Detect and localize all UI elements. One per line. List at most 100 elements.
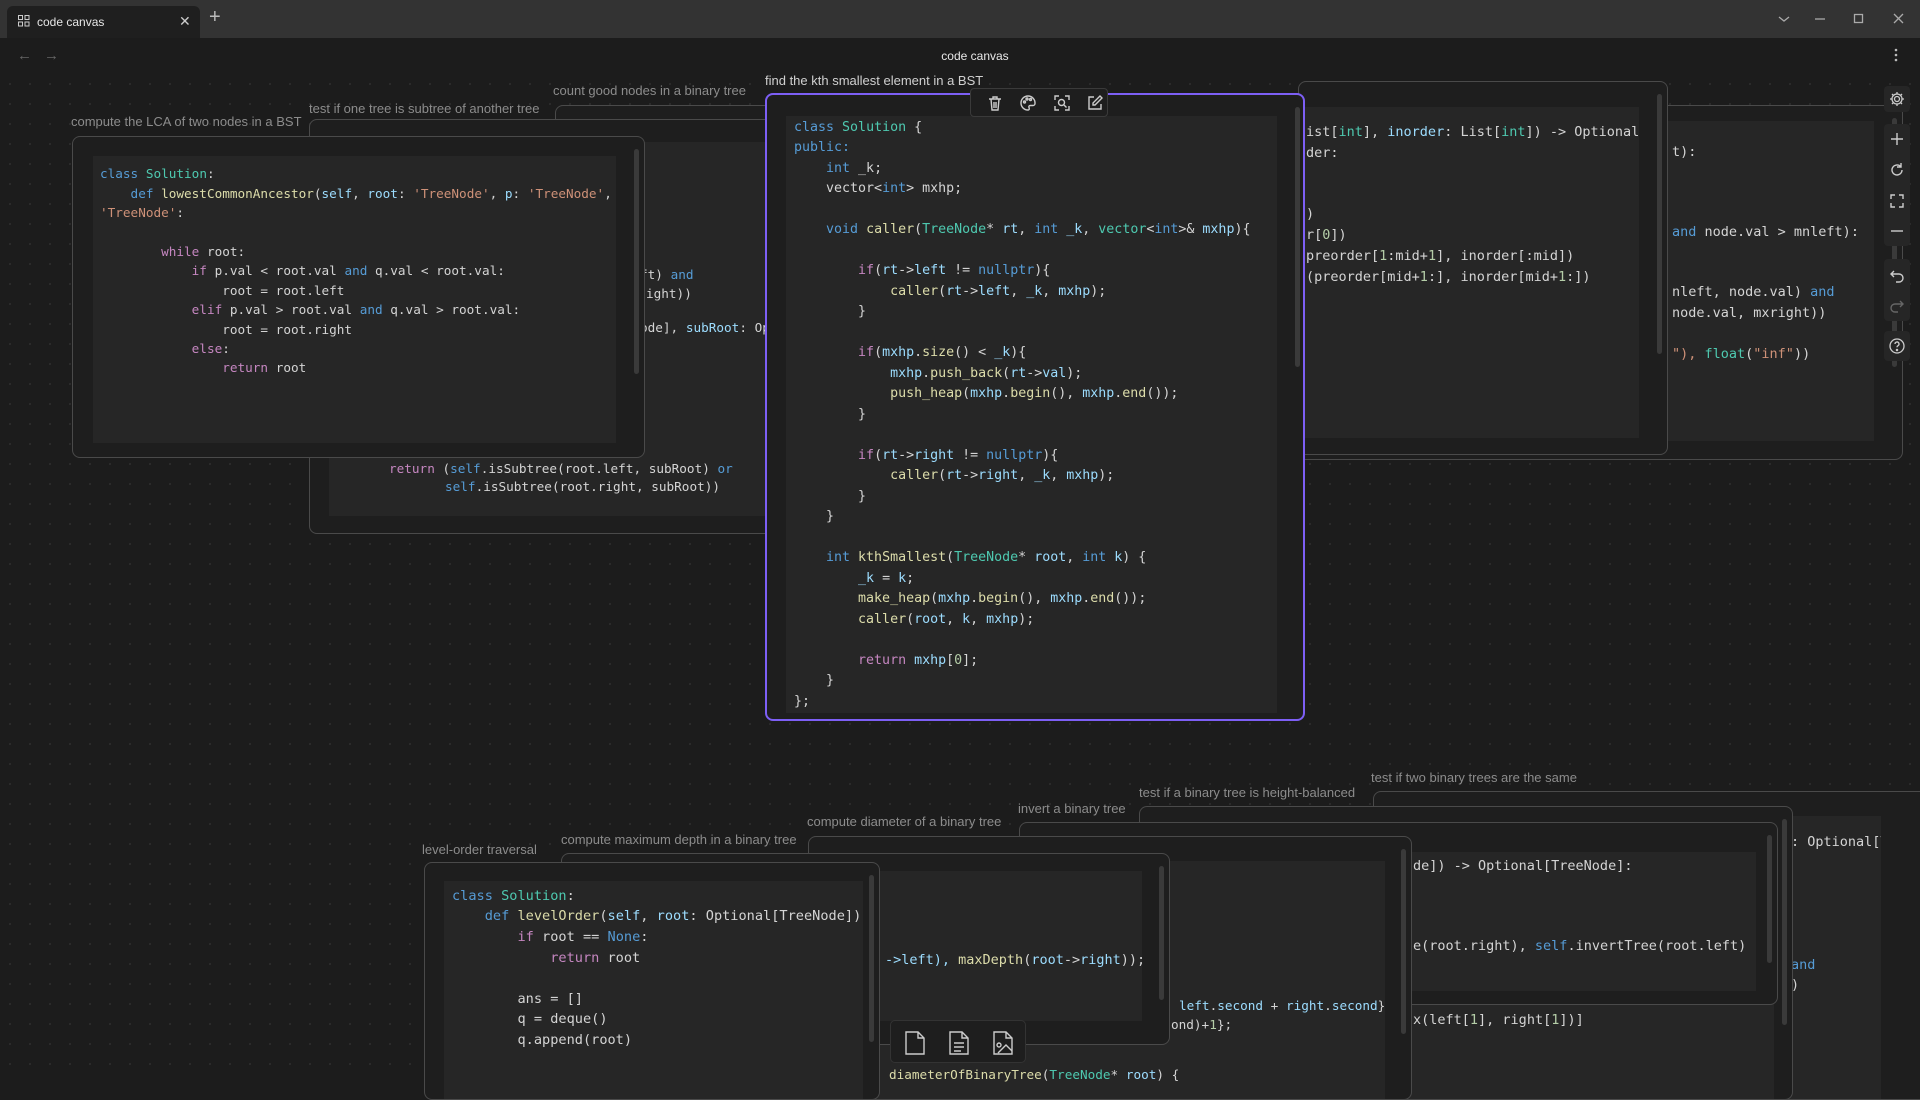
settings-icon[interactable] — [1888, 90, 1906, 108]
scrollbar[interactable] — [634, 149, 639, 374]
file-text-icon[interactable] — [947, 1030, 971, 1056]
scrollbar[interactable] — [1401, 849, 1406, 1034]
code-token: , — [604, 186, 612, 201]
code-line: caller(rt->right, _k, mxhp); — [794, 466, 1114, 487]
maximize-icon[interactable] — [1851, 11, 1869, 27]
help-group — [1884, 331, 1910, 361]
code-token: q = deque() — [452, 1011, 608, 1027]
fit-view-icon[interactable] — [1888, 192, 1906, 210]
code-token: : Optional[TreeNode]) — [689, 908, 861, 924]
code-token: class — [452, 888, 501, 904]
code-token: .invertTree(root.left) — [1567, 938, 1746, 954]
code-line: caller(root, k, mxhp); — [794, 610, 1034, 631]
code-block[interactable]: class Solution {public: int _k; vector<i… — [786, 116, 1277, 713]
code-token: class — [100, 166, 146, 181]
card-label-same: test if two binary trees are the same — [1371, 770, 1577, 785]
code-token: if — [100, 263, 215, 278]
code-token: nullptr — [978, 263, 1034, 278]
edit-icon[interactable] — [1086, 94, 1104, 112]
card-label-balanced: test if a binary tree is height-balanced — [1139, 785, 1355, 800]
redo-icon[interactable] — [1888, 297, 1906, 315]
code-line: ond)+1}; — [1171, 1015, 1232, 1035]
code-token: , — [946, 612, 962, 627]
code-block[interactable]: class Solution: def lowestCommonAncestor… — [93, 156, 616, 443]
reset-icon[interactable] — [1888, 161, 1906, 179]
code-token: levelOrder — [517, 908, 599, 924]
code-token: right — [1080, 952, 1121, 968]
code-token: ist[ — [1306, 124, 1339, 140]
code-token: : — [222, 341, 230, 356]
code-token: _k — [794, 571, 874, 586]
code-token: } — [794, 304, 866, 319]
file-image-icon[interactable] — [991, 1030, 1015, 1056]
tab-code-canvas[interactable]: code canvas ✕ — [7, 6, 200, 38]
chevron-down-icon[interactable] — [1776, 11, 1794, 27]
code-token: push_back — [930, 366, 1002, 381]
code-token: ()); — [1114, 591, 1146, 606]
code-card-lca[interactable]: class Solution: def lowestCommonAncestor… — [72, 136, 645, 458]
code-token: rt — [946, 284, 962, 299]
card-label-levelorder: level-order traversal — [422, 842, 537, 857]
palette-icon[interactable] — [1019, 94, 1037, 112]
scrollbar[interactable] — [1159, 866, 1164, 1000]
zoom-scan-icon[interactable] — [1053, 94, 1071, 112]
code-token: ( — [874, 263, 882, 278]
code-token: : — [176, 205, 184, 220]
code-token: , — [490, 186, 505, 201]
title-bar: code canvas ✕ + — [0, 0, 1920, 38]
code-block[interactable]: ist[int], inorder: List[int]) -> Optiona… — [1304, 107, 1639, 438]
code-token: :]) — [1566, 269, 1590, 285]
code-line: root = root.left — [100, 281, 344, 300]
code-line: else: — [100, 339, 230, 358]
code-card-levelorder[interactable]: class Solution: def levelOrder(self, roo… — [424, 862, 880, 1100]
code-token: make_heap — [794, 591, 930, 606]
code-token: = — [874, 571, 898, 586]
code-line: ) — [1306, 204, 1314, 225]
scrollbar[interactable] — [869, 875, 874, 1042]
code-token: } — [794, 509, 834, 524]
trash-icon[interactable] — [986, 94, 1004, 112]
code-token: caller — [866, 222, 914, 237]
code-token: root == — [542, 929, 607, 945]
zoom-out-icon[interactable] — [1888, 222, 1906, 240]
help-icon[interactable] — [1888, 337, 1906, 355]
code-token: rt — [882, 448, 898, 463]
code-token: Solution — [842, 120, 906, 135]
zoom-in-icon[interactable] — [1888, 130, 1906, 148]
code-token: 1 — [1209, 1017, 1217, 1032]
card-label-kth: find the kth smallest element in a BST — [765, 73, 983, 88]
code-token: : — [567, 888, 575, 904]
code-token: 1 — [1428, 248, 1436, 264]
code-card-build[interactable]: ist[int], inorder: List[int]) -> Optiona… — [1298, 81, 1668, 455]
minimize-icon[interactable] — [1812, 11, 1830, 27]
code-token: }; — [794, 694, 810, 709]
code-token: . — [970, 591, 978, 606]
more-options-icon[interactable] — [1893, 48, 1899, 62]
code-token: self — [1535, 938, 1568, 954]
scrollbar[interactable] — [1767, 835, 1772, 963]
code-token: ( — [906, 612, 914, 627]
code-token: rt — [1002, 222, 1018, 237]
code-token: ]; — [962, 653, 978, 668]
code-token: , — [1042, 284, 1058, 299]
scrollbar[interactable] — [1782, 819, 1787, 1025]
code-token: }; — [1217, 1017, 1232, 1032]
code-token: ( — [442, 461, 450, 476]
code-token: ); — [1090, 284, 1106, 299]
code-token: ], — [1363, 124, 1387, 140]
code-token: . — [922, 366, 930, 381]
close-tab-icon[interactable]: ✕ — [179, 13, 191, 30]
code-token: node.val > mnleft): — [1705, 224, 1859, 240]
undo-icon[interactable] — [1888, 267, 1906, 285]
code-line: if(rt->right != nullptr){ — [794, 446, 1058, 467]
new-tab-button[interactable]: + — [209, 6, 221, 29]
code-block[interactable]: class Solution: def levelOrder(self, roo… — [444, 881, 863, 1100]
code-token: _k — [1058, 222, 1082, 237]
file-icon[interactable] — [903, 1030, 927, 1056]
code-card-kth[interactable]: class Solution {public: int _k; vector<i… — [765, 93, 1305, 721]
scrollbar[interactable] — [1295, 107, 1300, 367]
code-token: node.val, mxright)) — [1672, 305, 1826, 321]
close-window-icon[interactable] — [1891, 11, 1909, 27]
code-token: -> — [962, 284, 978, 299]
scrollbar[interactable] — [1657, 94, 1662, 354]
